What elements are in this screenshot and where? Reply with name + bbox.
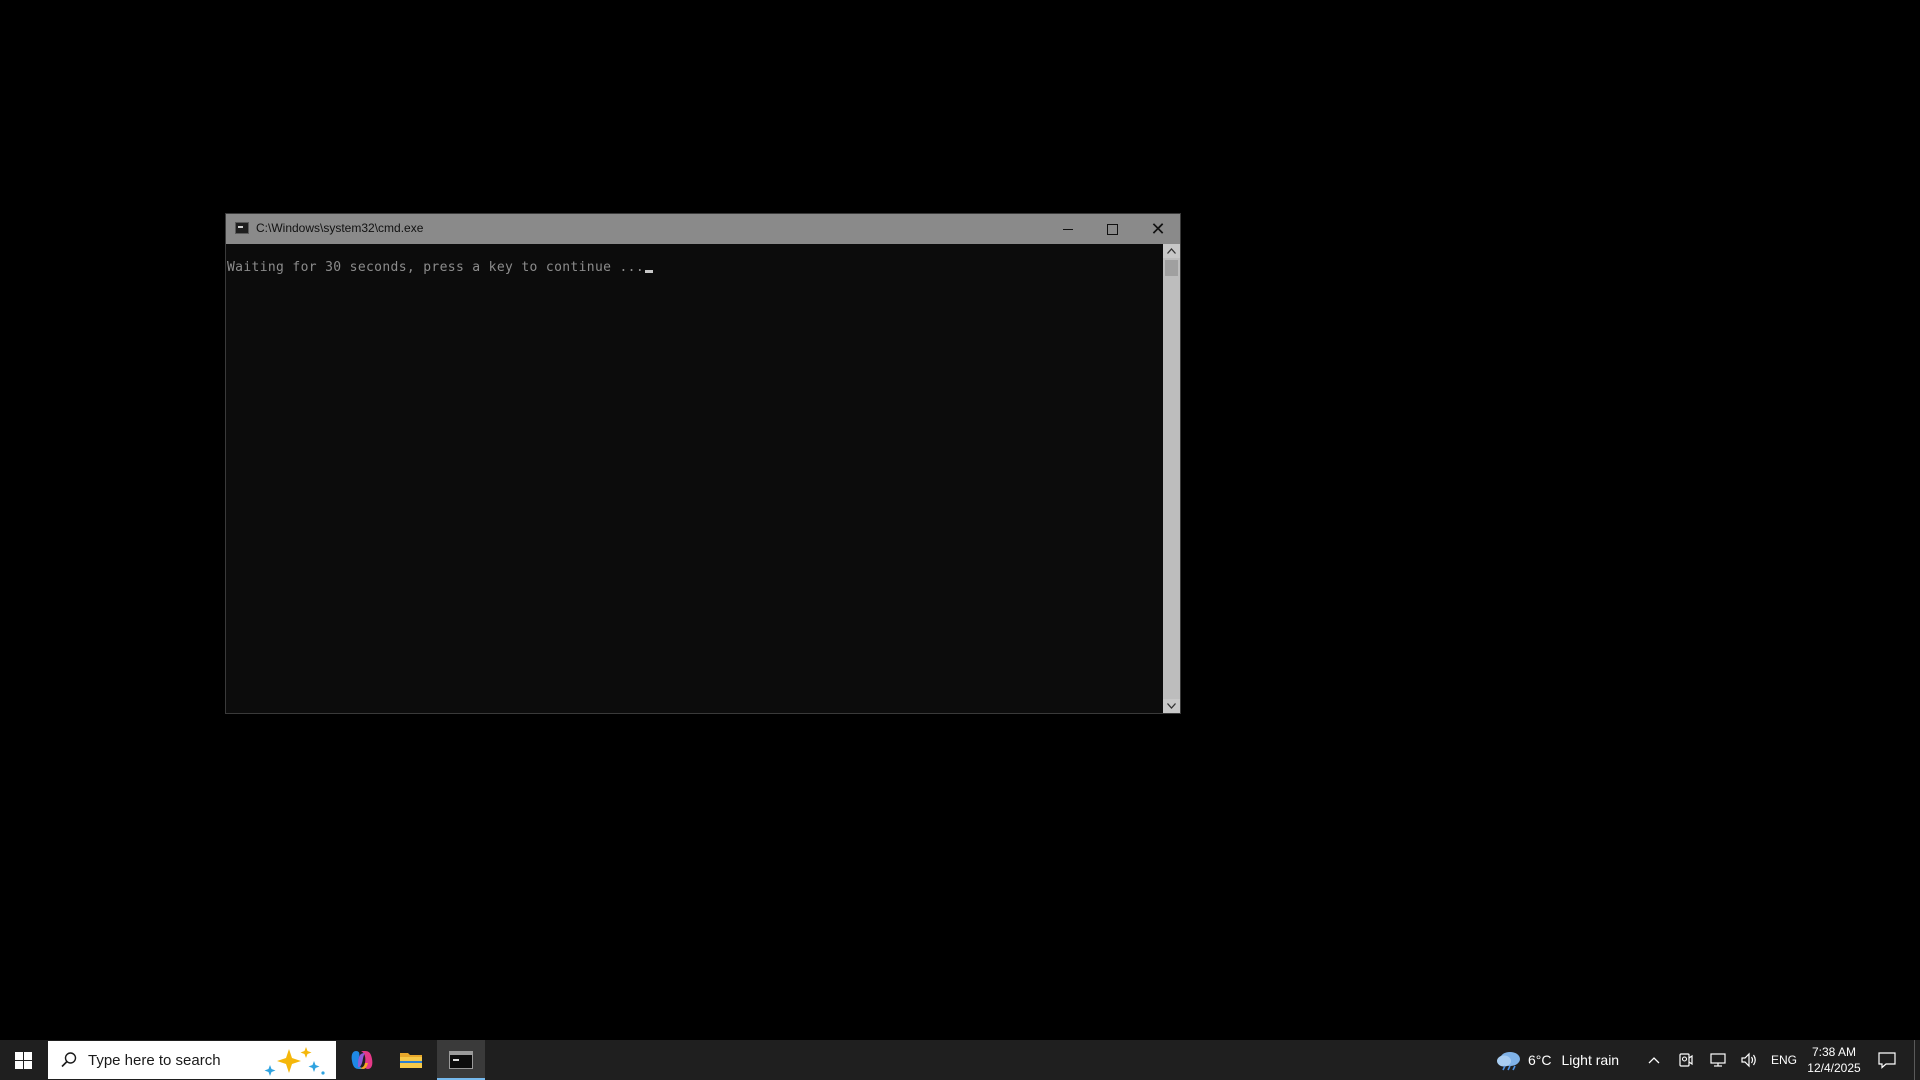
meet-now-icon (1679, 1053, 1693, 1067)
cloud-rain-icon (1497, 1052, 1520, 1071)
folder-icon (400, 1053, 422, 1068)
close-button[interactable]: ✕ (1136, 214, 1180, 244)
maximize-icon (1106, 223, 1118, 235)
cmd-window[interactable]: C:\Windows\system32\cmd.exe ✕ Waiting fo… (226, 214, 1180, 713)
start-button[interactable] (0, 1040, 47, 1080)
volume-button[interactable] (1737, 1040, 1761, 1080)
desktop: C:\Windows\system32\cmd.exe ✕ Waiting fo… (0, 0, 1920, 1040)
minimize-button[interactable] (1046, 214, 1090, 244)
maximize-button[interactable] (1090, 214, 1134, 244)
network-icon (1710, 1053, 1726, 1067)
taskbar-cmd[interactable] (437, 1040, 485, 1080)
show-hidden-icons-button[interactable] (1642, 1040, 1666, 1080)
scroll-up-button[interactable] (1163, 244, 1180, 258)
search-icon (61, 1052, 77, 1068)
sparkle-icon (264, 1047, 325, 1076)
close-icon: ✕ (1150, 219, 1166, 239)
notification-icon (1878, 1052, 1896, 1069)
console-output[interactable]: Waiting for 30 seconds, press a key to c… (226, 244, 1163, 713)
show-desktop-button[interactable] (1914, 1040, 1920, 1080)
network-button[interactable] (1706, 1040, 1730, 1080)
windows-logo-icon (15, 1051, 32, 1069)
window-title: C:\Windows\system32\cmd.exe (256, 221, 424, 235)
input-language-button[interactable]: ENG (1768, 1040, 1800, 1080)
weather-temperature: 6°C (1528, 1052, 1552, 1068)
scroll-thumb[interactable] (1165, 260, 1178, 276)
taskbar-file-explorer[interactable] (387, 1040, 435, 1080)
meet-now-button[interactable] (1674, 1040, 1698, 1080)
notification-center-button[interactable] (1870, 1040, 1904, 1080)
chevron-up-icon (1648, 1057, 1660, 1064)
weather-condition: Light rain (1561, 1052, 1620, 1068)
vertical-scrollbar[interactable] (1163, 244, 1180, 713)
scroll-down-button[interactable] (1163, 699, 1180, 713)
console-text: Waiting for 30 seconds, press a key to c… (227, 260, 645, 275)
taskbar: Type here to search 6°C Light rain ENG 7… (0, 1040, 1920, 1080)
console-line: Waiting for 30 seconds, press a key to c… (227, 260, 654, 275)
volume-icon (1741, 1052, 1756, 1068)
cmd-icon (449, 1051, 473, 1069)
taskbar-copilot[interactable] (338, 1040, 386, 1080)
minimize-icon (1063, 228, 1073, 230)
search-box[interactable]: Type here to search (48, 1041, 336, 1079)
cmd-icon (235, 222, 249, 234)
clock-time: 7:38 AM (1811, 1045, 1857, 1059)
window-titlebar[interactable]: C:\Windows\system32\cmd.exe ✕ (226, 214, 1180, 244)
copilot-icon (351, 1051, 373, 1069)
chevron-down-icon (1167, 703, 1176, 709)
search-placeholder: Type here to search (88, 1052, 221, 1069)
clock-button[interactable]: 7:38 AM 12/4/2025 (1802, 1040, 1866, 1080)
text-cursor (645, 270, 654, 273)
chevron-up-icon (1167, 248, 1176, 254)
weather-widget[interactable]: 6°C Light rain (1496, 1040, 1619, 1080)
clock-date: 12/4/2025 (1807, 1061, 1861, 1075)
